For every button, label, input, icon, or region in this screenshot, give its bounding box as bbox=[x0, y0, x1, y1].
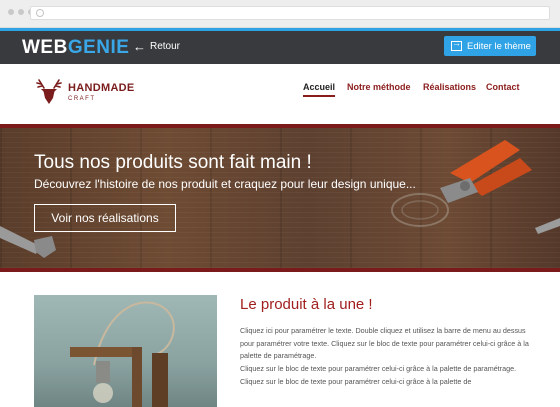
back-label: Retour bbox=[150, 41, 181, 52]
enter-icon bbox=[451, 38, 462, 51]
lamp-illustration bbox=[70, 301, 175, 407]
logo-part-genie: GENIE bbox=[67, 37, 130, 58]
editor-toolbar: WEBGENIE ← Retour Editer le thème bbox=[0, 28, 560, 64]
pliers-icon bbox=[440, 140, 532, 203]
featured-paragraph: Cliquez sur le bloc de texte pour paramé… bbox=[240, 364, 517, 374]
view-realisations-button[interactable]: Voir nos réalisations bbox=[34, 204, 176, 232]
window-dot[interactable] bbox=[18, 9, 24, 15]
edit-theme-label: Editer le thème bbox=[467, 40, 531, 52]
featured-text[interactable]: Cliquez ici pour paramétrer le texte. Do… bbox=[240, 325, 536, 389]
hero-subtitle: Découvrez l'histoire de nos produit et c… bbox=[34, 177, 416, 191]
brand-name: HANDMADE CRAFT bbox=[68, 81, 135, 102]
brand-logo[interactable]: HANDMADE CRAFT bbox=[34, 76, 135, 108]
webgenie-logo: WEBGENIE bbox=[22, 37, 129, 59]
nav-item-contact[interactable]: Contact bbox=[486, 82, 520, 92]
featured-paragraph: Cliquez sur le bloc de texte pour paramé… bbox=[240, 376, 472, 386]
featured-paragraph: Cliquez ici pour paramétrer le texte. Do… bbox=[240, 326, 529, 361]
featured-title: Le produit à la une ! bbox=[240, 296, 373, 313]
deer-head-icon bbox=[36, 79, 62, 104]
site-header: HANDMADE CRAFT Accueil Notre méthode Réa… bbox=[0, 64, 560, 124]
page-icon bbox=[36, 9, 44, 17]
product-image bbox=[34, 295, 217, 407]
address-bar[interactable] bbox=[30, 6, 550, 20]
arrow-left-icon: ← bbox=[133, 39, 146, 54]
nav-item-accueil[interactable]: Accueil bbox=[303, 82, 336, 97]
window-dot[interactable] bbox=[8, 9, 14, 15]
nav-item-notre-methode[interactable]: Notre méthode bbox=[347, 82, 411, 92]
browser-bar bbox=[0, 0, 560, 28]
nav-item-realisations[interactable]: Réalisations bbox=[423, 82, 476, 92]
hero-tools-illustration bbox=[0, 140, 560, 258]
back-link[interactable]: ← Retour bbox=[133, 40, 180, 53]
brand-main: HANDMADE bbox=[68, 81, 135, 94]
hero-banner: Tous nos produits sont fait main ! Décou… bbox=[0, 128, 560, 268]
edit-theme-button[interactable]: Editer le thème bbox=[444, 36, 536, 56]
brand-sub: CRAFT bbox=[68, 95, 96, 102]
hero-title: Tous nos produits sont fait main ! bbox=[34, 152, 312, 173]
logo-part-web: WEB bbox=[22, 37, 68, 58]
